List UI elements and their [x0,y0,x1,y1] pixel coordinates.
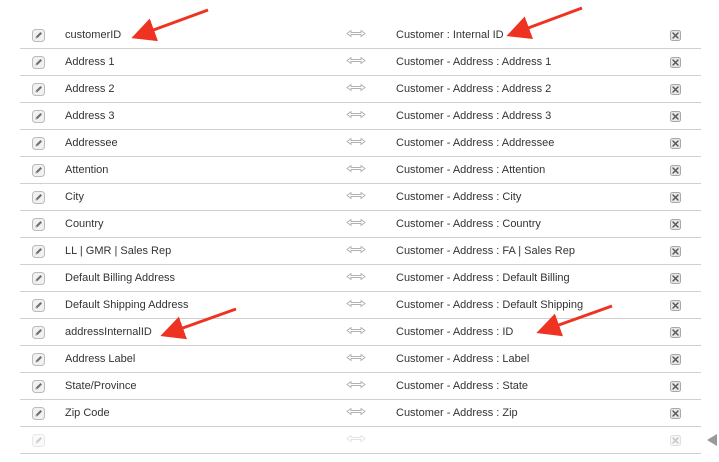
double-arrow-map-icon [346,292,366,318]
pencil-edit-icon[interactable] [32,22,46,48]
source-field-label: Address 3 [65,110,115,122]
double-arrow-map-icon [346,319,366,345]
remove-x-icon[interactable] [670,76,682,102]
pencil-edit-icon[interactable] [32,184,46,210]
remove-x-icon[interactable] [670,373,682,399]
pencil-edit-icon[interactable] [32,76,46,102]
table-row: City Customer - Address : City [20,184,701,211]
field-mapping-table: customerID Customer : Internal ID Address … [20,22,701,454]
double-arrow-map-icon [346,400,366,426]
pencil-edit-icon[interactable] [32,130,46,156]
remove-x-icon[interactable] [670,427,682,453]
table-row: Default Billing Address Customer - Addres… [20,265,701,292]
pencil-edit-icon[interactable] [32,373,46,399]
table-row: State/Province Customer - Address : State [20,373,701,400]
table-row: Address 2 Customer - Address : Address 2 [20,76,701,103]
source-field-label: Address 2 [65,83,115,95]
source-field-label: Addressee [65,137,118,149]
table-row: Attention Customer - Address : Attention [20,157,701,184]
source-field-label: Attention [65,164,109,176]
pencil-edit-icon[interactable] [32,103,46,129]
target-field-label: Customer - Address : City [396,191,522,203]
pencil-edit-icon[interactable] [32,238,46,264]
source-field-label: Address Label [65,353,136,365]
pencil-edit-icon[interactable] [32,400,46,426]
remove-x-icon[interactable] [670,184,682,210]
target-field-label: Customer - Address : Zip [396,407,518,419]
double-arrow-map-icon [346,346,366,372]
table-row: Address 3 Customer - Address : Address 3 [20,103,701,130]
pencil-edit-icon[interactable] [32,211,46,237]
source-field-label: LL | GMR | Sales Rep [65,245,172,257]
target-field-label: Customer - Address : Addressee [396,137,555,149]
target-field-label: Customer - Address : Default Billing [396,272,570,284]
double-arrow-map-icon [346,184,366,210]
pencil-edit-icon[interactable] [32,319,46,345]
remove-x-icon[interactable] [670,400,682,426]
target-field-label: Customer - Address : State [396,380,529,392]
table-row: Address 1 Customer - Address : Address 1 [20,49,701,76]
double-arrow-map-icon [346,22,366,48]
double-arrow-map-icon [346,130,366,156]
target-field-label: Customer - Address : Country [396,218,541,230]
remove-x-icon[interactable] [670,22,682,48]
target-field-label: Customer - Address : Attention [396,164,546,176]
table-row: customerID Customer : Internal ID [20,22,701,49]
remove-x-icon[interactable] [670,238,682,264]
table-row: LL | GMR | Sales Rep Customer - Address :… [20,238,701,265]
table-row: addressInternalID Customer - Address : ID [20,319,701,346]
double-arrow-map-icon [346,427,366,453]
target-field-label: Customer - Address : FA | Sales Rep [396,245,575,257]
target-field-label: Customer - Address : Default Shipping [396,299,584,311]
source-field-label: State/Province [65,380,137,392]
remove-x-icon[interactable] [670,103,682,129]
target-field-label: Customer - Address : ID [396,326,514,338]
double-arrow-map-icon [346,103,366,129]
source-field-label: addressInternalID [65,326,152,338]
pencil-edit-icon[interactable] [32,427,46,453]
remove-x-icon[interactable] [670,346,682,372]
remove-x-icon[interactable] [670,49,682,75]
source-field-label: Default Shipping Address [65,299,189,311]
source-field-label: Default Billing Address [65,272,176,284]
source-field-label: Country [65,218,104,230]
remove-x-icon[interactable] [670,211,682,237]
source-field-label: Address 1 [65,56,115,68]
triangle-left-icon[interactable] [703,432,719,448]
table-row: Zip Code Customer - Address : Zip [20,400,701,427]
double-arrow-map-icon [346,49,366,75]
target-field-label: Customer - Address : Address 1 [396,56,552,68]
table-row: Addressee Customer - Address : Addressee [20,130,701,157]
pencil-edit-icon[interactable] [32,157,46,183]
source-field-label: customerID [65,29,122,41]
table-row: Default Shipping Address Customer - Addre… [20,292,701,319]
table-row: Address Label Customer - Address : Label [20,346,701,373]
source-field-label: Zip Code [65,407,110,419]
double-arrow-map-icon [346,157,366,183]
source-field-label: City [65,191,84,203]
target-field-label: Customer - Address : Label [396,353,530,365]
pencil-edit-icon[interactable] [32,292,46,318]
double-arrow-map-icon [346,76,366,102]
target-field-label: Customer - Address : Address 3 [396,110,552,122]
pencil-edit-icon[interactable] [32,346,46,372]
table-row: Country Customer - Address : Country [20,211,701,238]
double-arrow-map-icon [346,211,366,237]
pencil-edit-icon[interactable] [32,49,46,75]
double-arrow-map-icon [346,373,366,399]
remove-x-icon[interactable] [670,319,682,345]
target-field-label: Customer - Address : Address 2 [396,83,552,95]
double-arrow-map-icon [346,238,366,264]
remove-x-icon[interactable] [670,292,682,318]
table-row [20,427,701,454]
remove-x-icon[interactable] [670,265,682,291]
target-field-label: Customer : Internal ID [396,29,504,41]
remove-x-icon[interactable] [670,157,682,183]
remove-x-icon[interactable] [670,130,682,156]
pencil-edit-icon[interactable] [32,265,46,291]
double-arrow-map-icon [346,265,366,291]
